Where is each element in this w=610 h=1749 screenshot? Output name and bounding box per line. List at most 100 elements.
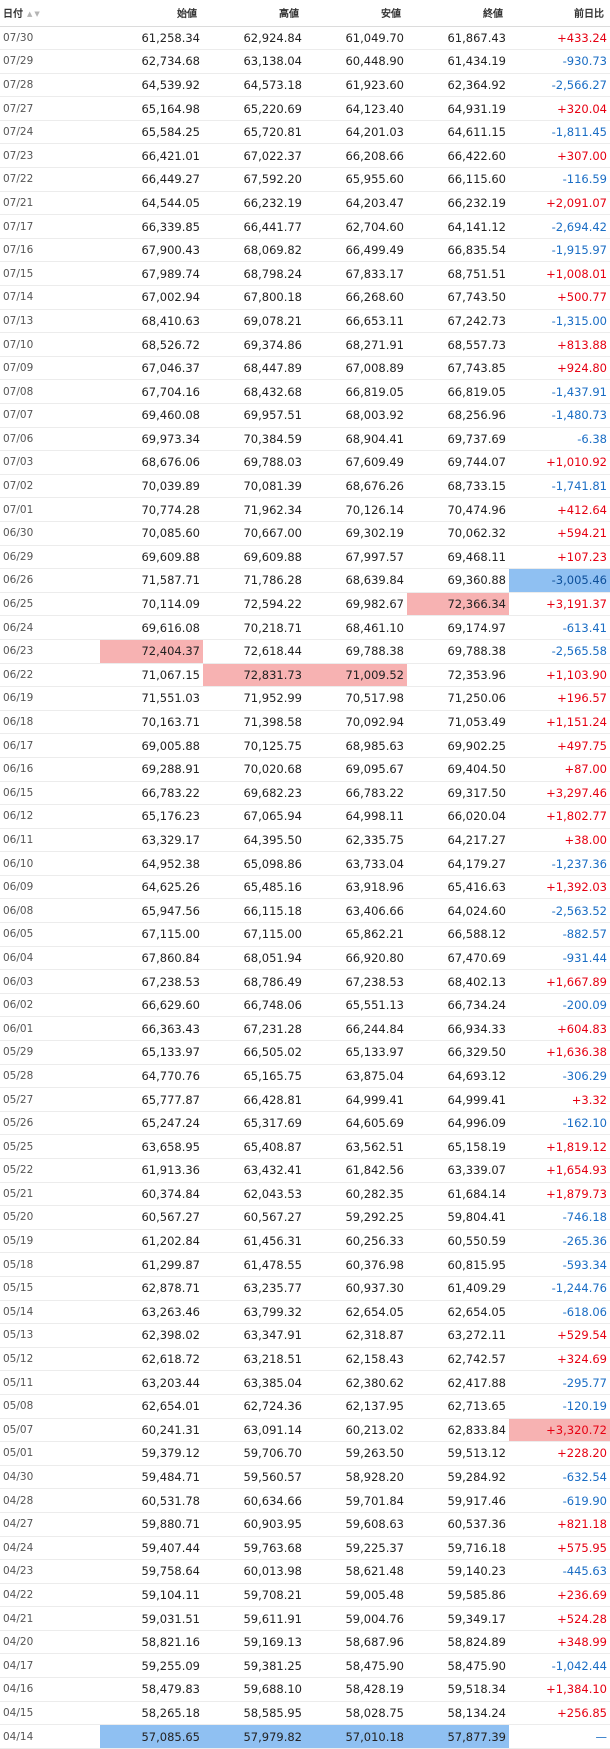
open-cell: 63,658.95 [100,1134,203,1159]
high-cell: 70,125.75 [203,733,305,758]
table-row: 04/23 59,758.64 60,013.98 58,621.48 59,140.2… [0,1559,610,1584]
high-cell: 62,043.53 [203,1182,305,1207]
high-column-header: 高値 [203,0,305,27]
close-cell: 64,996.09 [407,1111,509,1136]
high-cell: 58,585.95 [203,1701,305,1726]
close-cell: 69,174.97 [407,615,509,640]
close-cell: 62,713.65 [407,1394,509,1419]
low-cell: 63,406.66 [305,898,407,924]
close-cell: 61,409.29 [407,1276,509,1301]
date-cell: 06/29 [0,545,100,570]
date-cell: 07/14 [0,285,100,310]
date-cell: 06/12 [0,804,100,829]
high-cell: 67,592.20 [203,167,305,192]
sort-arrows-icon[interactable]: ▲▼ [27,10,42,18]
date-cell: 05/14 [0,1300,100,1325]
low-cell: 59,005.48 [305,1583,407,1608]
date-cell: 06/05 [0,922,100,947]
close-cell: 59,518.34 [407,1677,509,1702]
close-cell: 61,434.19 [407,49,509,74]
high-cell: 65,317.69 [203,1111,305,1136]
open-cell: 67,238.53 [100,969,203,994]
date-column-header[interactable]: 日付 ▲▼ [0,0,100,27]
low-cell: 63,918.96 [305,875,407,900]
high-cell: 65,098.86 [203,851,305,876]
high-cell: 62,924.84 [203,26,305,51]
close-cell: 58,824.89 [407,1630,509,1655]
change-cell: +575.95 [509,1536,610,1561]
high-cell: 66,115.18 [203,898,305,924]
high-cell: 66,232.19 [203,191,305,216]
change-cell: +236.69 [509,1583,610,1608]
low-cell: 66,920.80 [305,946,407,971]
date-cell: 04/16 [0,1677,100,1702]
date-cell: 07/15 [0,261,100,287]
date-cell: 06/24 [0,615,100,640]
low-cell: 70,092.94 [305,710,407,735]
date-cell: 07/21 [0,191,100,216]
open-cell: 69,973.34 [100,427,203,452]
date-cell: 06/19 [0,686,100,711]
close-cell: 65,416.63 [407,875,509,900]
change-cell: -593.34 [509,1252,610,1277]
high-cell: 60,013.98 [203,1559,305,1584]
low-cell: 60,282.35 [305,1182,407,1207]
high-cell: 64,573.18 [203,73,305,98]
close-cell: 68,751.51 [407,261,509,287]
table-row: 06/05 67,115.00 67,115.00 65,862.21 66,588.1… [0,922,610,947]
table-row: 05/29 65,133.97 66,505.02 65,133.97 66,329.5… [0,1040,610,1065]
low-cell: 67,609.49 [305,450,407,475]
low-cell: 59,701.84 [305,1488,407,1513]
table-row: 05/14 63,263.46 63,799.32 62,654.05 62,654.0… [0,1300,610,1325]
table-row: 05/18 61,299.87 61,478.55 60,376.98 60,815.9… [0,1252,610,1277]
close-cell: 66,819.05 [407,379,509,404]
low-cell: 58,028.75 [305,1701,407,1726]
change-cell: -1,244.76 [509,1276,610,1301]
open-cell: 64,952.38 [100,851,203,876]
close-cell: 69,737.69 [407,427,509,452]
close-cell: 62,654.05 [407,1300,509,1325]
table-row: 04/15 58,265.18 58,585.95 58,028.75 58,134.2… [0,1701,610,1726]
change-cell: -1,042.44 [509,1653,610,1679]
change-cell: -746.18 [509,1205,610,1230]
low-cell: 63,733.04 [305,851,407,876]
high-cell: 63,385.04 [203,1370,305,1395]
open-cell: 64,625.26 [100,875,203,900]
open-cell: 59,255.09 [100,1653,203,1679]
high-cell: 68,786.49 [203,969,305,994]
change-cell: +1,879.73 [509,1182,610,1207]
date-cell: 06/09 [0,875,100,900]
high-cell: 68,447.89 [203,356,305,381]
date-cell: 05/01 [0,1441,100,1466]
table-row: 05/15 62,878.71 63,235.77 60,937.30 61,409.2… [0,1276,610,1301]
high-cell: 70,020.68 [203,757,305,782]
table-row: 07/17 66,339.85 66,441.77 62,704.60 64,141.1… [0,214,610,239]
date-cell: 07/24 [0,120,100,145]
close-cell: 59,140.23 [407,1559,509,1584]
low-cell: 68,003.92 [305,403,407,428]
high-cell: 65,485.16 [203,875,305,900]
low-column-header: 安値 [305,0,407,27]
close-cell: 66,934.33 [407,1016,509,1042]
open-cell: 59,379.12 [100,1441,203,1466]
date-cell: 04/15 [0,1701,100,1726]
date-cell: 05/18 [0,1252,100,1277]
change-cell: -116.59 [509,167,610,192]
date-cell: 07/27 [0,96,100,121]
high-cell: 59,706.70 [203,1441,305,1466]
table-row: 07/24 65,584.25 65,720.81 64,201.03 64,611.1… [0,120,610,145]
close-cell: 69,788.38 [407,639,509,664]
table-row: 04/21 59,031.51 59,611.91 59,004.76 59,349.1… [0,1606,610,1631]
open-cell: 61,913.36 [100,1158,203,1183]
close-cell: 63,339.07 [407,1158,509,1183]
low-cell: 68,904.41 [305,427,407,452]
date-cell: 07/17 [0,214,100,239]
table-row: 06/09 64,625.26 65,485.16 63,918.96 65,416.6… [0,875,610,900]
low-cell: 65,551.13 [305,993,407,1018]
low-cell: 62,704.60 [305,214,407,239]
high-cell: 72,594.22 [203,592,305,617]
date-cell: 07/08 [0,379,100,404]
open-cell: 59,484.71 [100,1465,203,1490]
date-cell: 07/22 [0,167,100,192]
close-cell: 64,024.60 [407,898,509,924]
